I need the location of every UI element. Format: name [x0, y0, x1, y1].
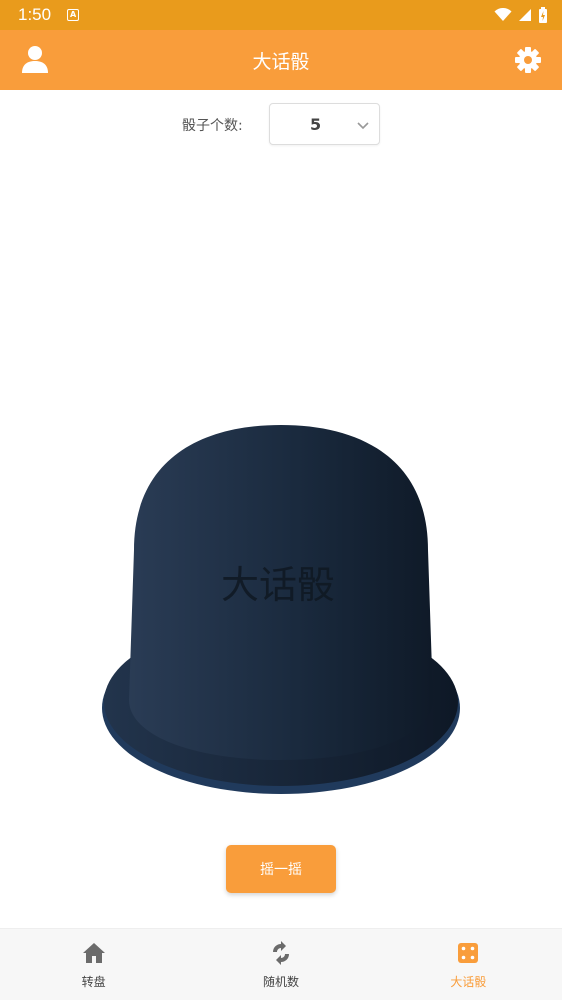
- status-icons: [494, 6, 548, 24]
- dice-count-label: 骰子个数:: [182, 118, 243, 134]
- bottom-nav: 转盘 随机数 大话骰: [0, 928, 562, 1000]
- dice-count-row: 骰子个数: 5: [0, 103, 562, 145]
- status-time: 1:50: [18, 5, 52, 24]
- nav-label: 大话骰: [450, 975, 487, 989]
- dice-cup[interactable]: 大话骰: [100, 420, 462, 800]
- dice-icon: [458, 943, 479, 963]
- page-title: 大话骰: [252, 50, 310, 73]
- chevron-down-icon: [357, 122, 369, 130]
- nav-item-random[interactable]: 随机数: [187, 929, 374, 1000]
- wifi-icon: [494, 8, 512, 21]
- nav-label: 转盘: [81, 975, 106, 989]
- cup-label: 大话骰: [221, 563, 335, 607]
- home-icon: [82, 943, 105, 963]
- battery-icon: [539, 6, 547, 23]
- shake-button[interactable]: 摇一摇: [226, 845, 336, 893]
- dice-count-select[interactable]: 5: [269, 103, 380, 145]
- signal-icon: [519, 9, 531, 21]
- nav-item-wheel[interactable]: 转盘: [0, 929, 187, 1000]
- user-icon[interactable]: [20, 44, 50, 74]
- nav-item-dice[interactable]: 大话骰: [375, 929, 562, 1000]
- nav-label: 随机数: [262, 975, 299, 989]
- notification-icon: A: [67, 9, 80, 21]
- status-bar: 1:50 A: [0, 0, 562, 30]
- refresh-icon: [272, 941, 289, 965]
- dice-count-value: 5: [310, 115, 322, 134]
- gear-icon[interactable]: [514, 46, 542, 74]
- app-bar: 大话骰: [0, 30, 562, 90]
